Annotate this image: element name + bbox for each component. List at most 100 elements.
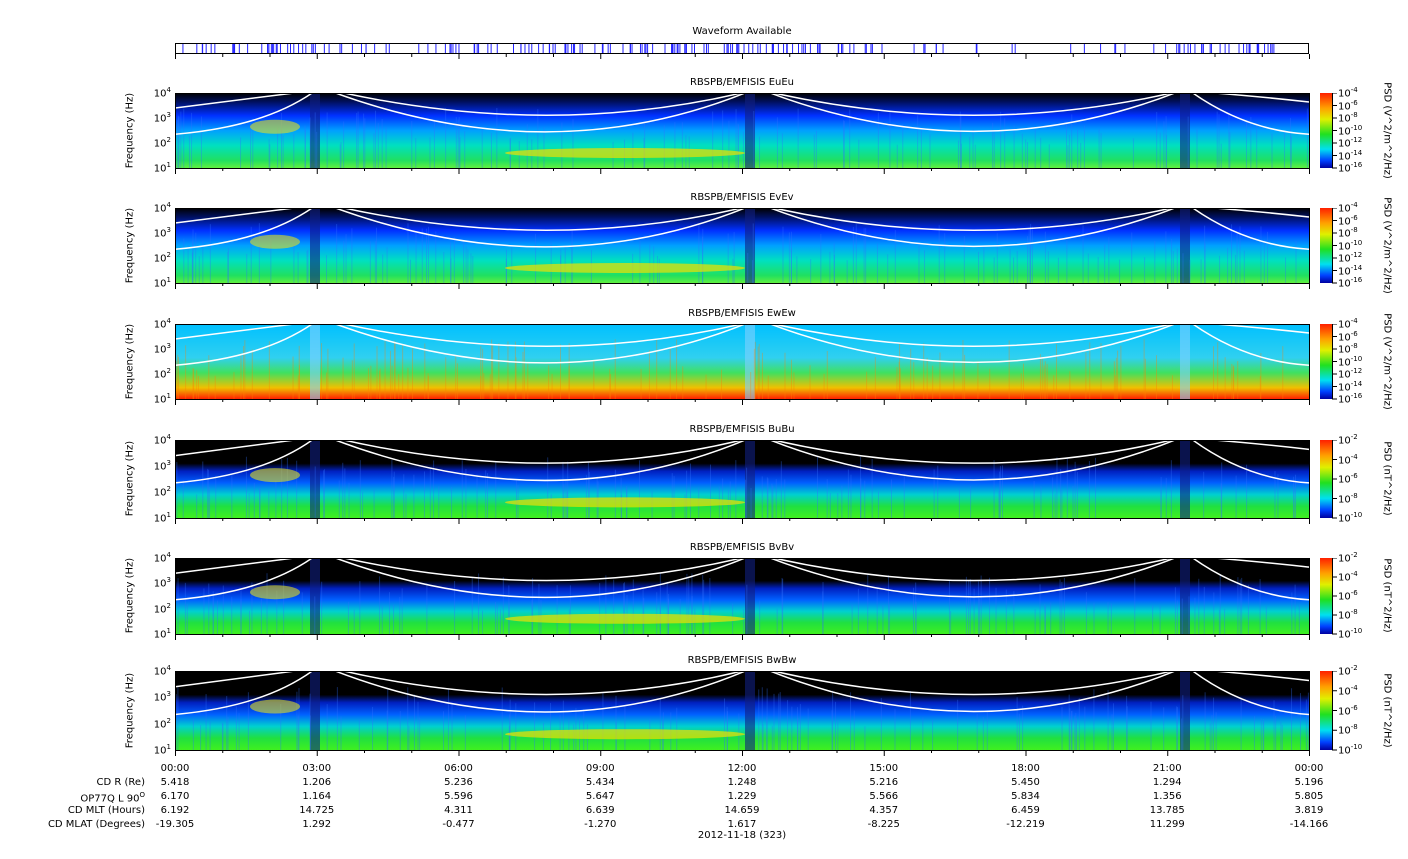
y-tick-label: 101 bbox=[153, 627, 171, 641]
ephemeris-value: 3.819 bbox=[1294, 805, 1324, 816]
colorbar-label: PSD (V^2/m^2/Hz) bbox=[1381, 81, 1393, 179]
perigee-band bbox=[1180, 208, 1190, 283]
colorbar-tick-label: 10-14 bbox=[1338, 263, 1363, 277]
ephemeris-value: 13.785 bbox=[1149, 805, 1185, 816]
ephemeris-value: 6.459 bbox=[1011, 805, 1040, 816]
ephemeris-value: 1.164 bbox=[302, 791, 332, 802]
panel-title: RBSPB/EMFISIS EwEw bbox=[688, 308, 796, 319]
ephemeris-value: 5.216 bbox=[869, 777, 899, 788]
colorbar-tick-label: 10-10 bbox=[1338, 354, 1363, 368]
ephemeris-value: 1.617 bbox=[727, 819, 757, 830]
perigee-band bbox=[1180, 440, 1190, 518]
perigee-band bbox=[745, 671, 755, 750]
colorbar-tick-label: 10-2 bbox=[1338, 551, 1358, 565]
colorbar-tick-label: 10-10 bbox=[1338, 511, 1363, 525]
ephemeris-value: -0.477 bbox=[442, 819, 475, 830]
ephemeris-label: CD MLAT (Degrees) bbox=[47, 819, 145, 830]
x-tick-label: 15:00 bbox=[869, 763, 899, 774]
colorbar-tick-label: 10-8 bbox=[1338, 491, 1358, 505]
perigee-band bbox=[310, 324, 320, 399]
y-tick-label: 103 bbox=[153, 226, 171, 240]
y-tick-label: 101 bbox=[153, 276, 171, 290]
colorbar-tick-label: 10-8 bbox=[1338, 342, 1358, 356]
ephemeris-value: 4.311 bbox=[444, 805, 473, 816]
colorbar-tick-label: 10-6 bbox=[1338, 703, 1358, 717]
y-tick-label: 104 bbox=[153, 664, 171, 678]
ephemeris-value: 1.248 bbox=[727, 777, 757, 788]
panel-title: RBSPB/EMFISIS EvEv bbox=[690, 192, 794, 203]
x-tick-label: 12:00 bbox=[727, 763, 757, 774]
colorbar-label: PSD (nT^2/Hz) bbox=[1381, 441, 1393, 516]
y-axis-label: Frequency (Hz) bbox=[124, 440, 136, 517]
colorbar-tick-label: 10-6 bbox=[1338, 213, 1358, 227]
y-tick-label: 101 bbox=[153, 511, 171, 525]
y-axis-label: Frequency (Hz) bbox=[124, 323, 136, 399]
perigee-band bbox=[745, 324, 755, 399]
colorbar-tick-label: 10-10 bbox=[1338, 238, 1363, 252]
colorbar-tick-label: 10-4 bbox=[1338, 201, 1358, 215]
y-axis-label: Frequency (Hz) bbox=[124, 92, 136, 168]
colorbar-tick-label: 10-12 bbox=[1338, 136, 1363, 150]
panel-title: RBSPB/EMFISIS EuEu bbox=[689, 77, 795, 88]
ephemeris-value: 6.639 bbox=[585, 805, 615, 816]
colorbar-tick-label: 10-16 bbox=[1338, 161, 1363, 175]
y-tick-label: 102 bbox=[153, 485, 171, 499]
ephemeris-value: 4.357 bbox=[869, 805, 899, 816]
perigee-band bbox=[310, 208, 320, 283]
ephemeris-value: 6.170 bbox=[160, 791, 190, 802]
x-tick-label: 09:00 bbox=[585, 763, 615, 774]
colorbar-tick-label: 10-14 bbox=[1338, 379, 1363, 393]
ephemeris-value: -8.225 bbox=[867, 819, 900, 830]
emission-band bbox=[505, 263, 745, 273]
y-tick-label: 102 bbox=[153, 136, 171, 150]
spectrogram-BvBv bbox=[175, 558, 1310, 640]
y-tick-label: 104 bbox=[153, 201, 171, 215]
spectrogram-EuEu bbox=[175, 93, 1310, 174]
emission-band bbox=[505, 613, 745, 624]
ephemeris-value: 5.450 bbox=[1011, 777, 1040, 788]
perigee-band bbox=[1180, 324, 1190, 399]
ephemeris-value: 5.596 bbox=[444, 791, 473, 802]
y-tick-label: 104 bbox=[153, 317, 171, 331]
ephemeris-value: 11.299 bbox=[1149, 819, 1185, 830]
spectrogram-fill bbox=[175, 558, 1309, 634]
ephemeris-value: 6.192 bbox=[160, 805, 190, 816]
colorbar-tick-label: 10-16 bbox=[1338, 276, 1363, 290]
y-tick-label: 103 bbox=[153, 459, 171, 473]
x-tick-label: 21:00 bbox=[1152, 763, 1182, 774]
y-tick-label: 103 bbox=[153, 342, 171, 356]
ephemeris-value: 5.236 bbox=[444, 777, 473, 788]
y-tick-label: 103 bbox=[153, 690, 171, 704]
colorbar-label: PSD (nT^2/Hz) bbox=[1381, 672, 1393, 748]
colorbar-label: PSD (V^2/m^2/Hz) bbox=[1381, 196, 1393, 294]
y-tick-label: 101 bbox=[153, 743, 171, 757]
ephemeris-value: 1.229 bbox=[727, 791, 757, 802]
ephemeris-value: 1.294 bbox=[1152, 777, 1182, 788]
colorbar-tick-label: 10-4 bbox=[1338, 452, 1358, 466]
ephemeris-value: 1.292 bbox=[302, 819, 332, 830]
colorbar-tick-label: 10-6 bbox=[1338, 472, 1358, 486]
colorbar-tick-label: 10-4 bbox=[1338, 86, 1358, 100]
ephemeris-value: 1.206 bbox=[302, 777, 332, 788]
y-tick-label: 104 bbox=[153, 433, 171, 447]
y-tick-label: 104 bbox=[153, 551, 171, 565]
y-tick-label: 104 bbox=[153, 86, 171, 100]
spectrogram-fill bbox=[175, 93, 1309, 168]
y-axis-label: Frequency (Hz) bbox=[124, 207, 136, 283]
x-tick-label: 06:00 bbox=[444, 763, 473, 774]
ephemeris-value: 5.434 bbox=[585, 777, 615, 788]
y-tick-label: 102 bbox=[153, 251, 171, 265]
colorbar-tick-label: 10-6 bbox=[1338, 589, 1358, 603]
x-tick-label: 03:00 bbox=[302, 763, 332, 774]
colorbar-tick-label: 10-6 bbox=[1338, 98, 1358, 112]
colorbar-tick-label: 10-8 bbox=[1338, 608, 1358, 622]
perigee-band bbox=[310, 671, 320, 750]
colorbar-tick-label: 10-2 bbox=[1338, 433, 1358, 447]
ephemeris-value: -1.270 bbox=[584, 819, 617, 830]
ephemeris-label: OP77Q L 90O bbox=[80, 791, 145, 805]
ephemeris-value: 5.196 bbox=[1294, 777, 1324, 788]
colorbar-tick-label: 10-2 bbox=[1338, 664, 1358, 678]
colorbar-label: PSD (V^2/m^2/Hz) bbox=[1381, 312, 1393, 410]
x-tick-label: 00:00 bbox=[1294, 763, 1324, 774]
colorbar-tick-label: 10-8 bbox=[1338, 226, 1358, 240]
